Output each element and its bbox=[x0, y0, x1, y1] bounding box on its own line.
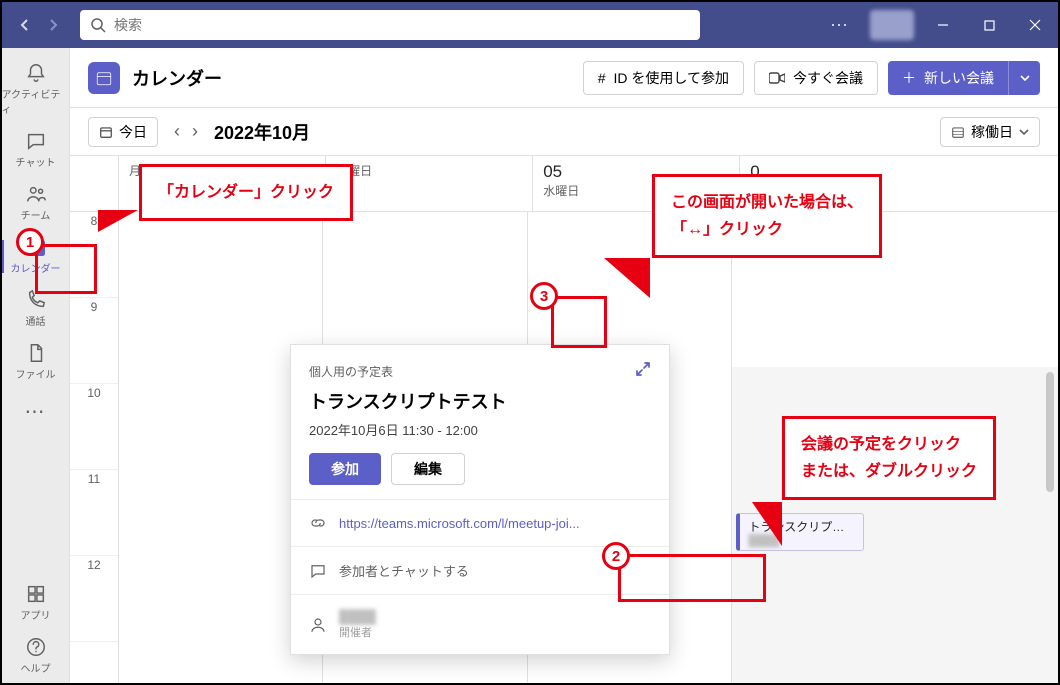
annotation-text: 「↔」クリック bbox=[671, 216, 863, 243]
view-selector[interactable]: 稼働日 bbox=[940, 117, 1040, 147]
rail-files[interactable]: ファイル bbox=[2, 336, 70, 389]
title-bar: ⋯ bbox=[2, 2, 1058, 48]
person-icon bbox=[309, 616, 327, 634]
annotation-arrow-1 bbox=[98, 210, 138, 232]
rail-teams-label: チーム bbox=[21, 207, 51, 222]
window-close-button[interactable] bbox=[1012, 2, 1058, 48]
annotation-text: この画面が開いた場合は、 bbox=[671, 189, 863, 216]
rail-calls[interactable]: 通話 bbox=[2, 283, 70, 336]
new-meeting-button[interactable]: ＋ 新しい会議 bbox=[888, 61, 1008, 95]
edit-button[interactable]: 編集 bbox=[391, 453, 465, 485]
meeting-link[interactable]: https://teams.microsoft.com/l/meetup-joi… bbox=[339, 516, 651, 531]
day-header: 火曜日 bbox=[325, 156, 532, 211]
view-selector-label: 稼働日 bbox=[971, 122, 1013, 142]
hash-icon: # bbox=[598, 70, 606, 86]
rail-teams[interactable]: チーム bbox=[2, 177, 70, 230]
new-meeting-label: 新しい会議 bbox=[924, 68, 994, 88]
rail-help[interactable]: ヘルプ bbox=[2, 630, 70, 683]
expand-button[interactable] bbox=[629, 355, 657, 383]
rail-calls-label: 通話 bbox=[26, 313, 46, 328]
page-title: カレンダー bbox=[132, 65, 222, 91]
annotation-callout-2: 会議の予定をクリック または、ダブルクリック bbox=[782, 416, 996, 500]
new-meeting-dropdown[interactable] bbox=[1008, 61, 1040, 95]
nav-back-button[interactable] bbox=[12, 12, 38, 38]
organizer-row: ████ 開催者 bbox=[291, 594, 669, 654]
calendar-icon bbox=[88, 62, 120, 94]
search-input[interactable] bbox=[114, 17, 690, 33]
window-maximize-button[interactable] bbox=[966, 2, 1012, 48]
more-button[interactable]: ⋯ bbox=[816, 15, 864, 36]
annotation-arrow-3 bbox=[604, 258, 650, 298]
annotation-arrow-2 bbox=[752, 502, 782, 546]
rail-more[interactable]: ⋯ bbox=[25, 389, 47, 434]
meeting-popup: 個人用の予定表 トランスクリプトテスト 2022年10月6日 11:30 - 1… bbox=[290, 344, 670, 655]
annotation-text: 「カレンダー」クリック bbox=[158, 184, 334, 201]
annotation-badge-1: 1 bbox=[16, 228, 44, 256]
list-icon bbox=[951, 125, 965, 139]
annotation-callout-1: 「カレンダー」クリック bbox=[139, 164, 353, 221]
join-with-id-label: ID を使用して参加 bbox=[614, 68, 729, 88]
app-rail: アクティビティ チャット チーム カレンダー 通話 ファイル ⋯ bbox=[2, 48, 70, 683]
link-icon bbox=[309, 514, 327, 532]
next-button[interactable]: › bbox=[186, 117, 204, 146]
chat-participants-label: 参加者とチャットする bbox=[339, 561, 469, 580]
annotation-badge-3: 3 bbox=[530, 282, 558, 310]
day-name: 火曜日 bbox=[336, 162, 522, 179]
rail-files-label: ファイル bbox=[16, 366, 56, 381]
calendar-toolbar: 今日 ‹ › 2022年10月 稼働日 bbox=[70, 108, 1058, 156]
popup-title: トランスクリプトテスト bbox=[309, 388, 651, 414]
hour-label: 12 bbox=[70, 556, 118, 572]
popup-time: 2022年10月6日 11:30 - 12:00 bbox=[309, 420, 651, 439]
today-label: 今日 bbox=[119, 122, 147, 142]
rail-apps-label: アプリ bbox=[21, 607, 51, 622]
hour-label: 9 bbox=[70, 298, 118, 314]
today-button[interactable]: 今日 bbox=[88, 117, 158, 147]
rail-chat-label: チャット bbox=[16, 154, 56, 169]
meet-now-label: 今すぐ会議 bbox=[793, 68, 863, 88]
rail-help-label: ヘルプ bbox=[21, 660, 51, 675]
scrollbar-thumb[interactable] bbox=[1046, 372, 1054, 492]
annotation-text: 会議の予定をクリック bbox=[801, 431, 977, 458]
search-icon bbox=[90, 17, 106, 33]
join-button[interactable]: 参加 bbox=[309, 453, 381, 485]
hour-label: 10 bbox=[70, 384, 118, 400]
month-label[interactable]: 2022年10月 bbox=[214, 119, 310, 145]
profile-avatar[interactable] bbox=[870, 10, 914, 40]
meet-now-button[interactable]: 今すぐ会議 bbox=[754, 61, 878, 95]
chevron-down-icon bbox=[1020, 73, 1030, 83]
rail-apps[interactable]: アプリ bbox=[2, 577, 70, 630]
calendar-small-icon bbox=[99, 125, 113, 139]
annotation-callout-3: この画面が開いた場合は、 「↔」クリック bbox=[652, 174, 882, 258]
page-header: カレンダー # ID を使用して参加 今すぐ会議 ＋ 新しい会議 bbox=[70, 48, 1058, 108]
popup-subtitle: 個人用の予定表 bbox=[309, 363, 651, 380]
organizer-name-blurred: ████ bbox=[339, 609, 376, 624]
scrollbar[interactable] bbox=[1044, 372, 1056, 677]
window-minimize-button[interactable] bbox=[920, 2, 966, 48]
rail-activity-label: アクティビティ bbox=[2, 86, 70, 116]
rail-calendar-label: カレンダー bbox=[11, 260, 61, 275]
chat-icon bbox=[309, 562, 327, 580]
video-icon bbox=[769, 72, 785, 84]
plus-icon: ＋ bbox=[902, 68, 916, 88]
search-box[interactable] bbox=[80, 10, 700, 40]
rail-activity[interactable]: アクティビティ bbox=[2, 56, 70, 124]
annotation-badge-2: 2 bbox=[602, 542, 630, 570]
join-with-id-button[interactable]: # ID を使用して参加 bbox=[583, 61, 744, 95]
expand-icon bbox=[635, 361, 651, 377]
organizer-role: 開催者 bbox=[339, 624, 376, 640]
meeting-link-row[interactable]: https://teams.microsoft.com/l/meetup-joi… bbox=[291, 499, 669, 546]
nav-forward-button[interactable] bbox=[40, 12, 66, 38]
rail-chat[interactable]: チャット bbox=[2, 124, 70, 177]
chevron-down-icon bbox=[1019, 127, 1029, 137]
annotation-text: または、ダブルクリック bbox=[801, 458, 977, 485]
hour-label: 11 bbox=[70, 470, 118, 486]
prev-button[interactable]: ‹ bbox=[168, 117, 186, 146]
